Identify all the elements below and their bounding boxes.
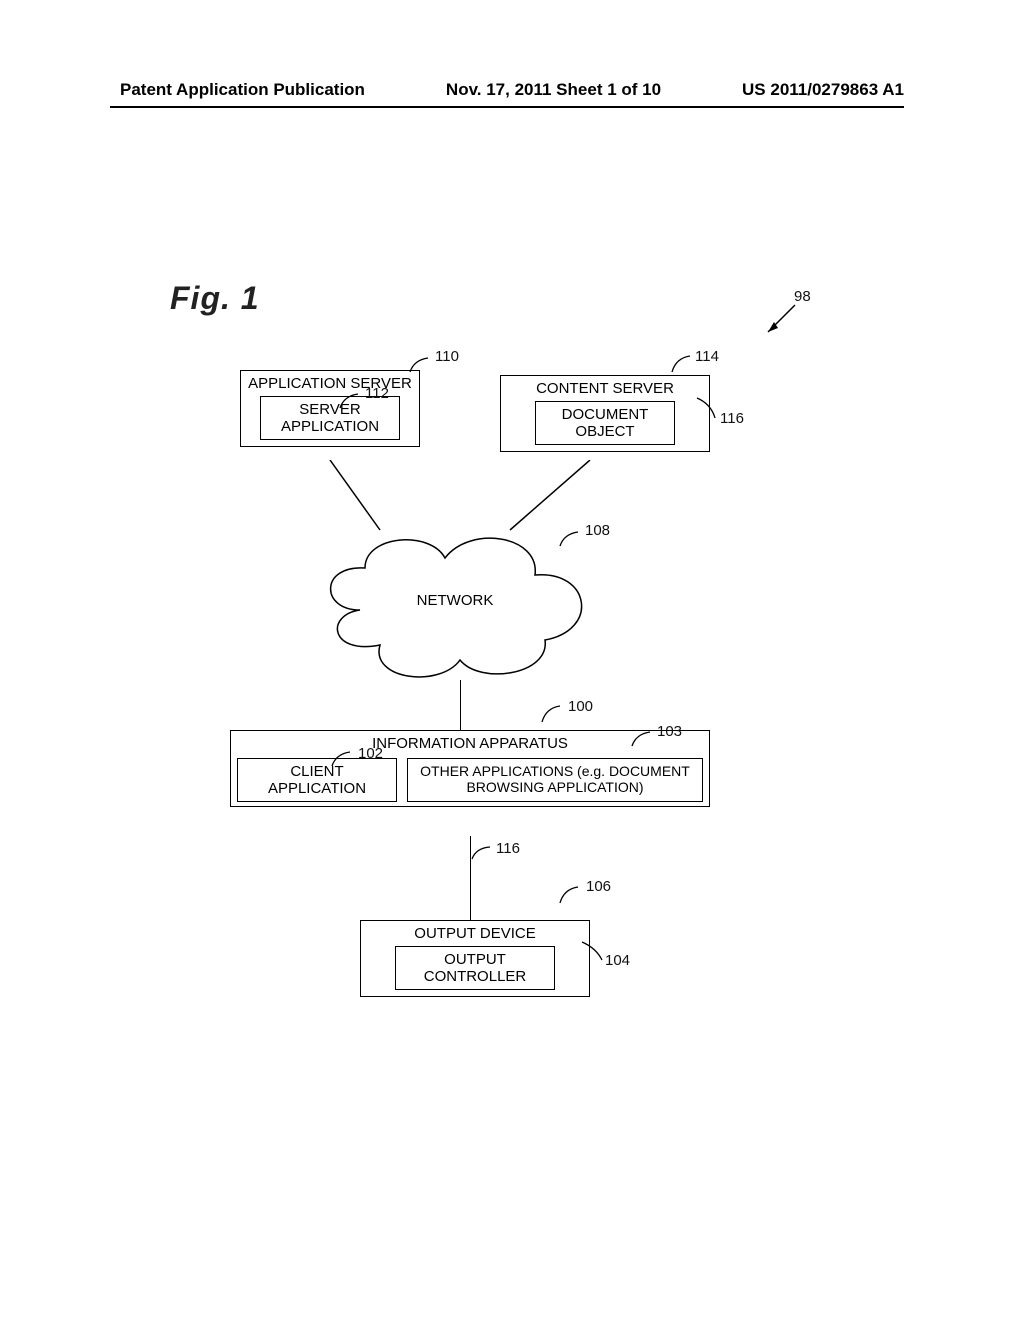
header-center: Nov. 17, 2011 Sheet 1 of 10 <box>446 80 661 100</box>
leader-112 <box>338 392 368 417</box>
header-right: US 2011/0279863 A1 <box>742 80 904 100</box>
leader-108 <box>558 530 588 555</box>
box-server-application: SERVER APPLICATION <box>260 396 400 440</box>
network-label: NETWORK <box>310 592 600 609</box>
ref-116b: 116 <box>496 840 520 857</box>
leader-102 <box>330 750 360 775</box>
box-content-server: CONTENT SERVER DOCUMENT OBJECT <box>500 375 710 452</box>
page-header: Patent Application Publication Nov. 17, … <box>0 80 1024 100</box>
box-application-server: APPLICATION SERVER SERVER APPLICATION <box>240 370 420 447</box>
box-document-object: DOCUMENT OBJECT <box>535 401 675 445</box>
leader-116b <box>470 845 498 868</box>
leader-100 <box>540 704 570 731</box>
box-other-applications: OTHER APPLICATIONS (e.g. DOCUMENT BROWSI… <box>407 758 703 802</box>
content-server-title: CONTENT SERVER <box>507 380 703 397</box>
ref-108: 108 <box>585 522 610 539</box>
figure-diagram: APPLICATION SERVER SERVER APPLICATION 11… <box>140 360 840 1080</box>
header-left: Patent Application Publication <box>120 80 365 100</box>
leader-103 <box>630 730 660 755</box>
arrow-98 <box>760 300 800 340</box>
ref-103: 103 <box>657 723 682 740</box>
ref-116a: 116 <box>720 410 744 427</box>
leader-106 <box>558 885 588 912</box>
box-output-controller: OUTPUT CONTROLLER <box>395 946 555 990</box>
output-device-title: OUTPUT DEVICE <box>367 925 583 942</box>
figure-label: Fig. 1 <box>170 280 260 317</box>
ref-110: 110 <box>435 348 459 365</box>
leader-110 <box>408 356 438 381</box>
ref-102: 102 <box>358 745 383 762</box>
link-network-info <box>460 680 461 730</box>
ref-104: 104 <box>605 952 630 969</box>
ref-112: 112 <box>365 385 389 402</box>
header-rule <box>110 106 904 108</box>
box-output-device: OUTPUT DEVICE OUTPUT CONTROLLER <box>360 920 590 997</box>
ref-100: 100 <box>568 698 593 715</box>
ref-106: 106 <box>586 878 611 895</box>
ref-114: 114 <box>695 348 719 365</box>
cloud-network: NETWORK <box>310 520 600 690</box>
box-client-application: CLIENT APPLICATION <box>237 758 397 802</box>
